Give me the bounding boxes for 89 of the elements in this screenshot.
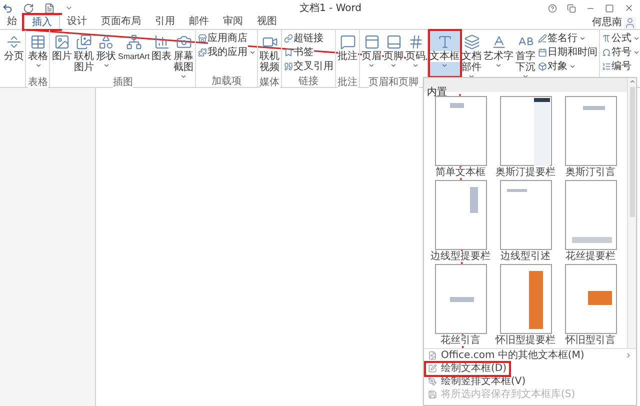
ribbon-button[interactable]: 联机视频 xyxy=(258,30,281,77)
ribbon-button[interactable]: 表格 xyxy=(27,30,49,77)
bookmark-icon xyxy=(284,48,293,56)
user-name: 何思南 xyxy=(592,17,622,29)
gallery-item[interactable]: 边线型引述 xyxy=(498,180,553,264)
ribbon-button[interactable]: 页脚 xyxy=(382,30,405,77)
footer-icon xyxy=(386,34,402,50)
close-icon[interactable] xyxy=(624,3,634,13)
template-preview xyxy=(434,180,486,250)
save-icon xyxy=(428,390,437,399)
puzzle-icon xyxy=(198,48,207,56)
file-image-icon xyxy=(428,351,437,360)
scroll-up-icon[interactable] xyxy=(628,78,636,85)
group-label: 插图 xyxy=(112,77,133,88)
ribbon-tab[interactable]: 插入 xyxy=(24,15,60,29)
picture-icon xyxy=(54,34,70,50)
gallery-item[interactable]: 怀旧型引言 xyxy=(563,264,618,348)
template-preview xyxy=(434,96,486,166)
group-label: 表格 xyxy=(28,77,48,88)
document-icon[interactable] xyxy=(44,2,55,14)
ribbon-button[interactable]: 对象 xyxy=(536,59,599,73)
group-label: 链接 xyxy=(298,76,319,87)
scrollbar[interactable] xyxy=(627,78,636,348)
pen-icon xyxy=(538,34,547,42)
ribbon-button[interactable]: 分页 xyxy=(3,30,25,77)
link-icon xyxy=(284,34,293,42)
ribbon-button[interactable]: 图表 xyxy=(150,30,173,77)
menu-item[interactable]: 绘制竖排文本框(V) xyxy=(426,376,634,388)
undo-icon[interactable] xyxy=(2,2,13,14)
pen-icon xyxy=(428,377,437,386)
ribbon-button[interactable]: 形状 xyxy=(95,30,117,77)
gallery-item[interactable]: 边线型提要栏 xyxy=(433,180,488,264)
redo-icon[interactable] xyxy=(23,2,34,14)
gallery-item[interactable]: 奥斯汀提要栏 xyxy=(498,96,553,180)
comment-icon xyxy=(340,34,356,50)
caret-icon[interactable] xyxy=(65,4,73,12)
ribbon-button[interactable]: 图片 xyxy=(51,30,73,77)
gallery-item[interactable]: 花丝引言 xyxy=(433,264,488,348)
template-preview xyxy=(564,96,616,166)
gallery-item[interactable]: 奥斯汀引言 xyxy=(563,96,618,180)
group-label: 媒体 xyxy=(260,77,280,88)
letter-icon xyxy=(490,34,507,50)
ribbon-button[interactable]: 批注 xyxy=(336,30,359,77)
template-preview xyxy=(500,264,552,334)
layers-icon xyxy=(464,34,480,50)
shapes-icon xyxy=(98,34,114,50)
diagram-icon xyxy=(126,34,142,50)
section-header: 内置 xyxy=(427,87,447,98)
table-icon xyxy=(30,34,46,50)
window-title: 文档1 - Word xyxy=(299,2,362,16)
calendar-icon xyxy=(538,48,547,56)
maximize-icon[interactable] xyxy=(605,4,614,12)
template-preview xyxy=(500,96,552,166)
pen-square-icon xyxy=(428,364,437,373)
pictures-icon xyxy=(76,34,92,50)
ribbon-button[interactable]: 书签 xyxy=(282,45,335,59)
page-break-icon xyxy=(6,34,22,50)
cube-icon xyxy=(538,62,547,70)
ribbon-button[interactable]: 页眉 xyxy=(360,30,383,77)
menu-item[interactable]: 绘制文本框(D) xyxy=(426,362,509,374)
template-preview xyxy=(564,180,616,250)
hash-icon xyxy=(408,34,424,50)
pi-icon xyxy=(602,34,611,42)
text-box-icon xyxy=(436,34,453,50)
store-icon xyxy=(198,34,207,42)
ribbon-button[interactable]: 文本框 xyxy=(428,30,461,77)
group-label: 批注 xyxy=(338,77,358,88)
template-preview xyxy=(500,180,552,250)
header-icon xyxy=(364,34,380,50)
group-label: 加载项 xyxy=(212,76,242,87)
omega-icon xyxy=(602,48,611,56)
ribbon-button[interactable]: 首字下沉 xyxy=(514,30,537,77)
ribbon-button[interactable]: SmartArt xyxy=(117,30,151,77)
template-preview xyxy=(564,264,616,334)
ribbon-button[interactable]: 屏幕截图 xyxy=(172,30,195,77)
menu-item[interactable]: Office.com 中的其他文本框(M) xyxy=(426,350,634,362)
numbered-list-icon xyxy=(602,62,611,70)
help-icon[interactable] xyxy=(548,4,557,12)
ribbon-button[interactable]: 联机图片 xyxy=(73,30,95,77)
template-preview xyxy=(434,264,486,334)
ribbon-display-icon[interactable] xyxy=(567,4,576,12)
ribbon-button[interactable]: 页码 xyxy=(404,30,427,77)
bar-chart-icon xyxy=(154,34,170,50)
camera-icon xyxy=(176,34,192,50)
gallery-item[interactable]: 简单文本框 xyxy=(433,96,488,180)
quote-icon xyxy=(284,62,293,70)
gallery-item[interactable]: 花丝提要栏 xyxy=(563,180,618,264)
ribbon-button[interactable]: 艺术字 xyxy=(482,30,515,77)
group-label: 页眉和页脚 xyxy=(368,77,419,88)
